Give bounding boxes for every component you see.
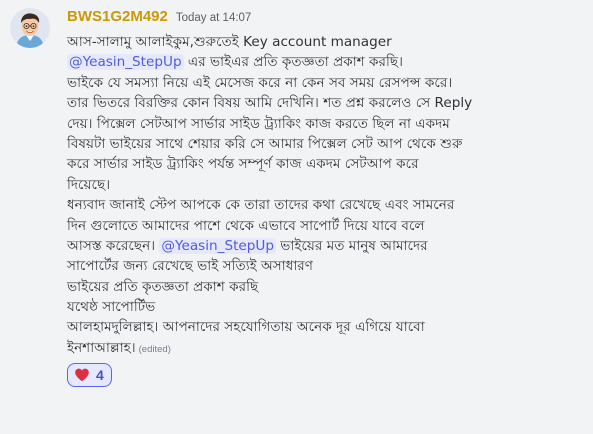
red-heart-icon [74,367,90,383]
message-line: সাপোর্টের জন্য রেখেছে ভাই সত্যিই অসাধারণ [67,256,589,276]
message-line: দেয়। পিক্সেল সেটআপ সার্ভার সাইড ট্র্যাক… [67,114,589,134]
message-line: বিষয়টা ভাইয়ের সাথে শেয়ার করি সে আমার … [67,134,589,154]
user-avatar[interactable] [10,8,50,48]
heart-reaction-button[interactable]: 4 [67,363,112,388]
message-line: @Yeasin_StepUp এর ভাইএর প্রতি কৃতজ্ঞতা প… [67,52,589,72]
message-line: দিয়েছে। [67,175,589,195]
message-line: ধন্যবাদ জানাই স্টেপ আপকে কে তারা তাদের ক… [67,195,589,215]
message-line: যথেষ্ঠ সাপোর্টিভ [67,297,589,317]
author-name[interactable]: BWS1G2M492 [67,8,168,25]
user-mention[interactable]: @Yeasin_StepUp [67,54,184,71]
reaction-count: 4 [96,367,104,384]
message-timestamp[interactable]: Today at 14:07 [176,12,251,24]
message-text: বিষয়টা ভাইয়ের সাথে শেয়ার করি সে আমার … [67,135,463,152]
edited-label: (edited) [138,343,171,355]
message-text: দিন গুলোতে আমাদের পাশে থেকে এভাবে সাপোর্… [67,217,425,234]
message-line: দিন গুলোতে আমাদের পাশে থেকে এভাবে সাপোর্… [67,216,589,236]
message-text: ইনশাআল্লাহ। [67,339,136,356]
message-body: আস-সালামু আলাইকুম,শুরুতেই Key account ma… [67,32,589,358]
chat-message: BWS1G2M492 Today at 14:07 আস-সালামু আলাই… [0,0,593,434]
message-text: যথেষ্ঠ সাপোর্টিভ [67,299,156,316]
message-text: ভাইয়ের মত মানুষ আমাদের [275,237,428,254]
message-text: আলহামদুলিল্লাহ। আপনাদের সহযোগিতায় অনেক … [67,319,425,336]
message-text: এর ভাইএর প্রতি কৃতজ্ঞতা প্রকাশ করছি। [183,54,404,71]
message-line: করে সার্ভার সাইড ট্র্যাকিং পর্যন্ত সম্পূ… [67,154,589,174]
user-mention[interactable]: @Yeasin_StepUp [159,237,276,254]
message-text: ভাইয়ের প্রতি কৃতজ্ঞতা প্রকাশ করছি [67,278,259,295]
message-content: BWS1G2M492 Today at 14:07 আস-সালামু আলাই… [67,8,589,388]
message-line: ভাইকে যে সমস্যা নিয়ে এই মেসেজ করে না কে… [67,73,589,93]
message-line: আস-সালামু আলাইকুম,শুরুতেই Key account ma… [67,32,589,52]
message-text: আসস্ত করেছেন। [67,237,160,254]
message-line: ভাইয়ের প্রতি কৃতজ্ঞতা প্রকাশ করছি [67,277,589,297]
message-text: আস-সালামু আলাইকুম,শুরুতেই Key account ma… [67,34,392,50]
message-text: দিয়েছে। [67,176,111,193]
smiling-cartoon-man-with-glasses-avatar-icon [10,8,50,48]
message-text: ধন্যবাদ জানাই স্টেপ আপকে কে তারা তাদের ক… [67,197,455,214]
message-line: তার ভিতরে বিরক্তির কোন বিষয় আমি দেখিনি।… [67,93,589,113]
message-text: করে সার্ভার সাইড ট্র্যাকিং পর্যন্ত সম্পূ… [67,156,419,173]
message-line: ইনশাআল্লাহ। (edited) [67,338,589,358]
message-text: ভাইকে যে সমস্যা নিয়ে এই মেসেজ করে না কে… [67,74,453,91]
message-text: দেয়। পিক্সেল সেটআপ সার্ভার সাইড ট্র্যাক… [67,115,450,132]
reactions-bar: 4 [67,363,589,388]
message-line: আসস্ত করেছেন। @Yeasin_StepUp ভাইয়ের মত … [67,236,589,256]
message-line: আলহামদুলিল্লাহ। আপনাদের সহযোগিতায় অনেক … [67,317,589,337]
message-text: সাপোর্টের জন্য রেখেছে ভাই সত্যিই অসাধারণ [67,258,313,275]
message-header: BWS1G2M492 Today at 14:07 [67,8,589,30]
message-text: তার ভিতরে বিরক্তির কোন বিষয় আমি দেখিনি।… [67,95,473,112]
